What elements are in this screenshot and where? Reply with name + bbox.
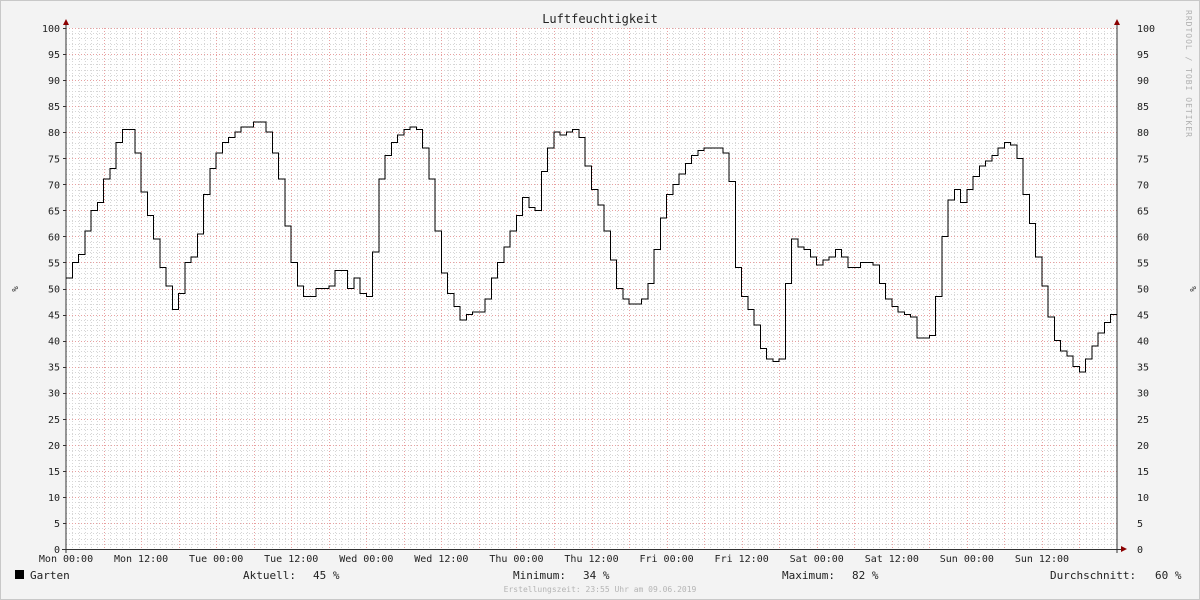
y-tick-label: 80 bbox=[48, 128, 60, 139]
y-axis-label-left: % bbox=[9, 286, 19, 292]
y-tick-label: 70 bbox=[1137, 180, 1149, 191]
x-tick-label: Mon 00:00 bbox=[39, 554, 93, 565]
y-tick-label: 90 bbox=[1137, 76, 1149, 87]
y-tick-label: 100 bbox=[1137, 24, 1155, 35]
y-axis-arrow-right bbox=[1114, 19, 1120, 25]
stat-avg-label: Durchschnitt: bbox=[1050, 569, 1136, 582]
y-tick-label: 95 bbox=[48, 50, 60, 61]
y-tick-label: 50 bbox=[1137, 285, 1149, 296]
legend-label: Garten bbox=[30, 569, 70, 582]
y-tick-labels-right: 0 5 10 15 20 25 30 35 40 45 50 55 60 65 70 75 80 85 90 95 10… bbox=[1137, 24, 1155, 556]
y-tick-label: 65 bbox=[48, 206, 60, 217]
chart-title: Luftfeuchtigkeit bbox=[542, 12, 658, 26]
y-tick-label: 75 bbox=[48, 154, 60, 165]
y-tick-label: 15 bbox=[1137, 467, 1149, 478]
x-axis-arrow bbox=[1121, 546, 1127, 552]
humidity-chart: Luftfeuchtigkeit 0 5 10 15 20 25 30 35 40 45 50 55 6… bbox=[9, 10, 1197, 594]
x-tick-labels: Mon 00:00 Mon 12:00 Tue 00:00 Tue 12:00 Wed … bbox=[39, 554, 1069, 565]
y-tick-label: 5 bbox=[54, 519, 60, 530]
y-tick-label: 25 bbox=[48, 415, 60, 426]
x-tick-label: Wed 12:00 bbox=[414, 554, 468, 565]
y-tick-label: 85 bbox=[1137, 102, 1149, 113]
y-tick-labels-left: 0510152025303540455055606570758085909510… bbox=[42, 24, 60, 556]
y-tick-label: 20 bbox=[1137, 441, 1149, 452]
x-tick-label: Fri 00:00 bbox=[639, 554, 693, 565]
y-tick-label: 80 bbox=[1137, 128, 1149, 139]
x-tick-label: Tue 12:00 bbox=[264, 554, 318, 565]
y-tick-label: 55 bbox=[48, 258, 60, 269]
y-tick-label: 60 bbox=[48, 232, 60, 243]
y-tick-label: 40 bbox=[1137, 337, 1149, 348]
y-tick-label: 65 bbox=[1137, 206, 1149, 217]
y-tick-label: 85 bbox=[48, 102, 60, 113]
x-tick-label: Sat 12:00 bbox=[865, 554, 919, 565]
y-tick-label: 95 bbox=[1137, 50, 1149, 61]
stat-current-value: 45 % bbox=[313, 569, 340, 582]
x-tick-label: Sun 00:00 bbox=[940, 554, 994, 565]
watermark: RRDTOOL / TOBI OETIKER bbox=[1184, 10, 1193, 138]
x-tick-label: Tue 00:00 bbox=[189, 554, 243, 565]
y-tick-label: 10 bbox=[1137, 493, 1149, 504]
y-axis-arrow-left bbox=[63, 19, 69, 25]
x-tick-label: Sat 00:00 bbox=[790, 554, 844, 565]
legend-and-stats: Garten Aktuell: 45 % Minimum: 34 % Maxim… bbox=[15, 569, 1182, 594]
stat-avg-value: 60 % bbox=[1155, 569, 1182, 582]
y-tick-label: 0 bbox=[1137, 545, 1143, 556]
x-tick-label: Wed 00:00 bbox=[339, 554, 393, 565]
legend-swatch bbox=[15, 570, 24, 579]
y-tick-label: 100 bbox=[42, 24, 60, 35]
y-tick-label: 70 bbox=[48, 180, 60, 191]
y-tick-label: 5 bbox=[1137, 519, 1143, 530]
x-tick-label: Thu 00:00 bbox=[489, 554, 543, 565]
y-tick-label: 45 bbox=[48, 311, 60, 322]
y-tick-label: 15 bbox=[48, 467, 60, 478]
y-tick-label: 55 bbox=[1137, 258, 1149, 269]
x-tick-label: Sun 12:00 bbox=[1015, 554, 1069, 565]
y-tick-label: 35 bbox=[1137, 363, 1149, 374]
y-tick-label: 45 bbox=[1137, 311, 1149, 322]
creation-timestamp: Erstellungszeit: 23:55 Uhr am 09.06.2019 bbox=[504, 585, 697, 594]
x-tick-label: Mon 12:00 bbox=[114, 554, 168, 565]
x-tick-label: Fri 12:00 bbox=[715, 554, 769, 565]
x-tick-label: Thu 12:00 bbox=[564, 554, 618, 565]
y-tick-label: 20 bbox=[48, 441, 60, 452]
stat-max-label: Maximum: bbox=[782, 569, 835, 582]
y-tick-label: 40 bbox=[48, 337, 60, 348]
y-tick-label: 90 bbox=[48, 76, 60, 87]
y-tick-label: 30 bbox=[1137, 389, 1149, 400]
y-tick-label: 35 bbox=[48, 363, 60, 374]
y-tick-label: 10 bbox=[48, 493, 60, 504]
y-tick-label: 30 bbox=[48, 389, 60, 400]
stat-min-label: Minimum: bbox=[513, 569, 566, 582]
y-axis-label-right: % bbox=[1187, 286, 1197, 292]
stat-min-value: 34 % bbox=[583, 569, 610, 582]
y-tick-label: 75 bbox=[1137, 154, 1149, 165]
y-tick-label: 25 bbox=[1137, 415, 1149, 426]
y-tick-label: 60 bbox=[1137, 232, 1149, 243]
y-tick-label: 50 bbox=[48, 285, 60, 296]
stat-max-value: 82 % bbox=[852, 569, 879, 582]
stat-current-label: Aktuell: bbox=[243, 569, 296, 582]
